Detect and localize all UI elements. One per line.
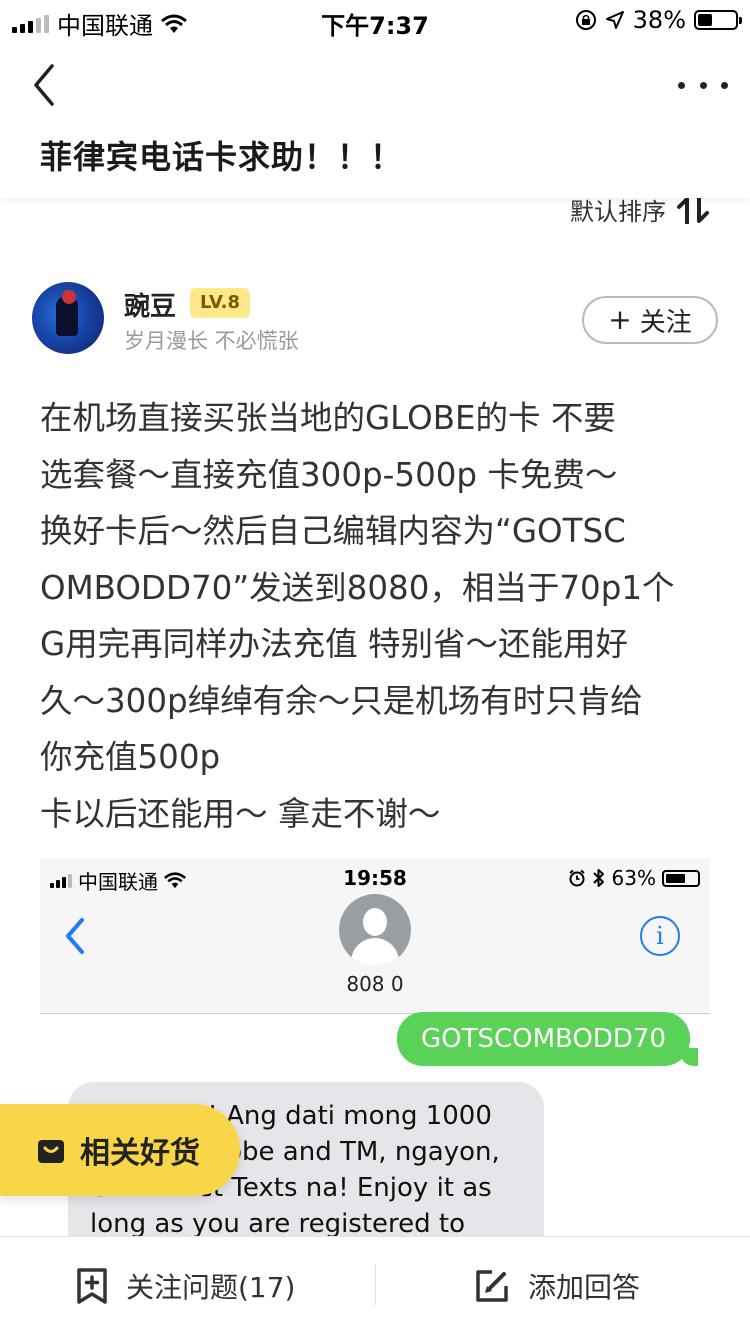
- follow-question-label: 关注问题(17): [126, 1271, 296, 1304]
- edit-icon: [476, 1270, 508, 1302]
- bottom-divider: [375, 1265, 376, 1305]
- image-message-header: 中国联通 19:58 63% 808 0 i: [40, 858, 710, 1014]
- follow-label: 关注: [639, 307, 692, 338]
- bottom-action-bar: 关注问题(17) 添加回答: [0, 1236, 750, 1334]
- level-badge: LV.8: [190, 288, 250, 318]
- plus-icon: +: [608, 303, 632, 336]
- follow-button[interactable]: + 关注: [582, 296, 718, 344]
- avatar[interactable]: [32, 282, 104, 354]
- bookmark-plus-icon: [77, 1268, 107, 1304]
- alarm-icon: [568, 869, 585, 887]
- more-icon[interactable]: [678, 70, 728, 100]
- sent-message-bubble: GOTSCOMBODD70: [396, 1012, 699, 1066]
- battery-percent: 38%: [632, 6, 686, 34]
- related-goods-label: 相关好货: [80, 1136, 200, 1171]
- battery-icon: [694, 10, 742, 30]
- answer-line: 换好卡后～然后自己编辑内容为“GOTSC: [40, 512, 626, 550]
- image-back-icon: [66, 918, 84, 954]
- bluetooth-icon: [592, 869, 604, 887]
- contact-avatar-icon: [339, 894, 411, 966]
- back-icon[interactable]: [26, 60, 66, 110]
- related-goods-button[interactable]: 相关好货: [0, 1104, 240, 1196]
- shopping-bag-icon: [38, 1140, 64, 1163]
- status-bar: 中国联通 下午7:37 38%: [0, 0, 750, 40]
- sort-icon: [677, 195, 709, 224]
- add-answer-button[interactable]: 添加回答: [474, 1237, 640, 1334]
- add-answer-label: 添加回答: [528, 1271, 641, 1304]
- answer-image[interactable]: 中国联通 19:58 63% 808 0 i GOTSCOMBODD70 Con…: [40, 858, 710, 1258]
- answer-line: 你充值500p: [40, 738, 221, 776]
- page-title: 菲律宾电话卡求助！！！: [40, 138, 404, 176]
- author-name[interactable]: 豌豆: [124, 286, 176, 323]
- answer-line: 卡以后还能用～ 拿走不谢～: [40, 794, 441, 833]
- image-battery-icon: [662, 869, 700, 887]
- info-icon: i: [640, 916, 680, 956]
- answer-line: OMBODD70”发送到8080，相当于70p1个: [40, 568, 675, 607]
- answer-line: 久～300p绰绰有余～只是机场有时只肯给: [40, 681, 643, 720]
- answer-line: 选套餐～直接充值300p-500p 卡免费～: [40, 455, 618, 494]
- page-header: 菲律宾电话卡求助！！！: [0, 40, 750, 198]
- orientation-lock-icon: [575, 10, 596, 30]
- author-bio: 岁月漫长 不必慌张: [124, 329, 299, 353]
- follow-question-button[interactable]: 关注问题(17): [76, 1237, 295, 1334]
- answer-line: G用完再同样办法充值 特别省～还能用好: [40, 625, 629, 663]
- answer-text: 在机场直接买张当地的GLOBE的卡 不要 选套餐～直接充值300p-500p 卡…: [40, 390, 720, 842]
- location-icon: [605, 11, 624, 29]
- answer-line: 在机场直接买张当地的GLOBE的卡 不要: [40, 399, 616, 437]
- image-battery-percent: 63%: [611, 866, 656, 890]
- contact-name: 808 0: [346, 972, 404, 996]
